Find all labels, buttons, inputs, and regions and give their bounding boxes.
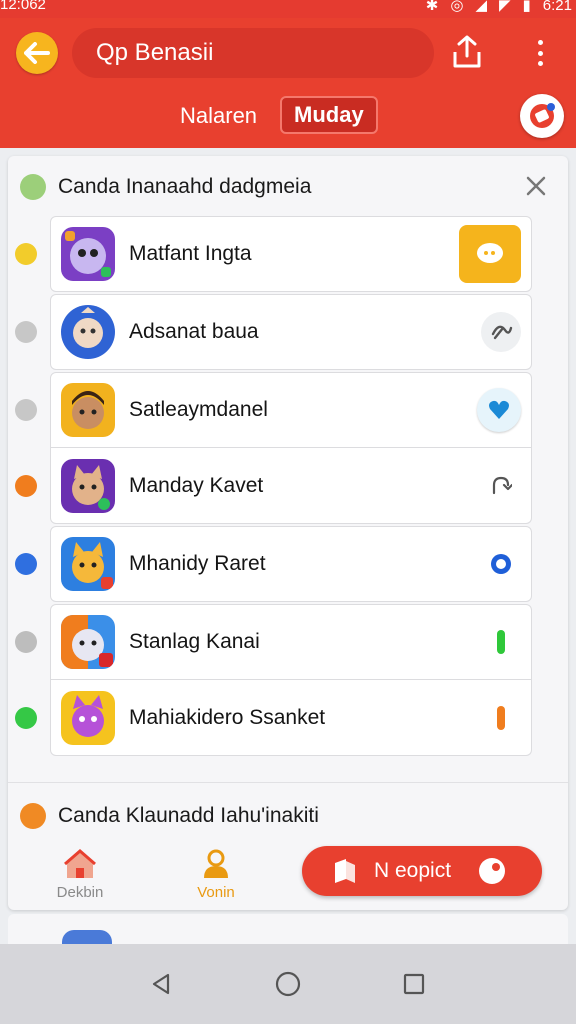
profile-badge-button[interactable] xyxy=(520,94,564,138)
status-dot xyxy=(15,706,37,729)
battery-icon: ▮ xyxy=(522,0,531,14)
group-avatar-icon xyxy=(20,174,46,200)
avatar xyxy=(61,537,115,591)
alarm-icon: ◎ xyxy=(450,0,464,14)
orange-bar-icon xyxy=(481,698,521,738)
list-item[interactable]: Stanlag Kanai xyxy=(15,604,532,680)
back-arrow-icon xyxy=(24,42,50,64)
list-item[interactable]: Mhanidy Raret xyxy=(15,526,532,602)
next-card-peek xyxy=(8,914,568,944)
contact-name: Satleaymdanel xyxy=(129,398,268,421)
status-time: 12:062 xyxy=(0,0,46,13)
wifi-icon: ◤ xyxy=(498,0,511,14)
signal-icon: ◢ xyxy=(475,0,487,14)
avatar xyxy=(61,383,115,437)
card-header: Canda Inanaahd dadgmeia xyxy=(8,156,568,218)
more-options-icon[interactable] xyxy=(528,36,552,70)
new-project-button[interactable]: N eopict xyxy=(302,846,542,896)
home-circle-icon[interactable] xyxy=(275,971,301,997)
share-icon[interactable] xyxy=(450,34,484,70)
status-dot xyxy=(15,631,37,653)
tab-nalaren[interactable]: Nalaren xyxy=(180,98,257,134)
blue-ring-icon[interactable] xyxy=(481,544,521,584)
badge-icon xyxy=(530,103,555,128)
status-clock: 6:21 xyxy=(542,0,572,14)
close-icon[interactable] xyxy=(522,172,550,200)
contacts-card: Canda Inanaahd dadgmeia Matfant Ingta Ad… xyxy=(8,156,568,910)
chat-bubble-icon[interactable] xyxy=(459,225,521,283)
search-text: Qp Benasii xyxy=(96,39,214,66)
nav-vonin-button[interactable]: Vonin xyxy=(176,848,256,908)
list-item[interactable]: Adsanat baua xyxy=(15,294,532,370)
contact-name: Manday Kavet xyxy=(129,473,264,497)
card-title: Canda Inanaahd dadgmeia xyxy=(58,175,312,198)
back-triangle-icon[interactable] xyxy=(150,972,174,996)
system-navigation-bar xyxy=(0,944,576,1024)
contact-name: Matfant Ingta xyxy=(129,242,252,265)
status-icons: ✱ ◎ ◢ ◤ ▮ 6:21 xyxy=(426,0,572,14)
contact-name: Mahiakidero Ssanket xyxy=(129,705,326,729)
contact-name: Mhanidy Raret xyxy=(129,552,266,575)
tab-muday[interactable]: Muday xyxy=(280,96,378,134)
nav-dekbin-button[interactable]: Dekbin xyxy=(40,848,120,908)
flag-icon xyxy=(335,859,355,883)
list-item[interactable]: Matfant Ingta xyxy=(15,216,532,292)
list-item[interactable]: Manday Kavet xyxy=(15,448,532,524)
search-field[interactable]: Qp Benasii xyxy=(72,28,434,78)
cta-label: N eopict xyxy=(374,859,452,882)
status-bar: 12:062 ✱ ◎ ◢ ◤ ▮ 6:21 xyxy=(0,0,576,18)
section-avatar-icon xyxy=(20,803,46,829)
list-item[interactable]: Satleaymdanel xyxy=(15,372,532,448)
avatar xyxy=(61,305,115,359)
green-bar-icon xyxy=(481,622,521,662)
refresh-icon[interactable] xyxy=(481,466,521,506)
avatar xyxy=(61,458,115,513)
status-dot xyxy=(15,321,37,343)
avatar xyxy=(61,615,115,669)
contact-list: Matfant Ingta Adsanat baua Satleaymdanel xyxy=(15,216,532,758)
recents-square-icon[interactable] xyxy=(402,972,426,996)
list-item[interactable]: Mahiakidero Ssanket xyxy=(15,680,532,756)
contact-name: Stanlag Kanai xyxy=(129,630,260,653)
card-footer-header: Canda Klaunadd Iahu'inakiti xyxy=(8,796,568,836)
link-icon[interactable] xyxy=(481,312,521,352)
nav-label: Vonin xyxy=(197,884,235,901)
nav-label: Dekbin xyxy=(56,884,104,901)
status-dot xyxy=(15,474,37,497)
avatar xyxy=(61,690,115,745)
status-dot xyxy=(15,553,37,575)
divider xyxy=(8,782,568,783)
toggle-icon xyxy=(479,858,506,884)
back-button[interactable] xyxy=(16,32,58,74)
status-dot xyxy=(15,399,37,421)
bluetooth-icon: ✱ xyxy=(425,0,439,14)
home-icon xyxy=(64,849,96,878)
contact-name: Adsanat baua xyxy=(129,320,259,343)
status-dot xyxy=(15,243,37,265)
avatar xyxy=(62,930,112,944)
footer-title: Canda Klaunadd Iahu'inakiti xyxy=(58,804,319,827)
avatar xyxy=(61,227,115,281)
heart-badge-icon[interactable] xyxy=(477,388,521,432)
app-bar: Qp Benasii Nalaren Muday xyxy=(0,18,576,148)
person-icon xyxy=(204,849,228,878)
